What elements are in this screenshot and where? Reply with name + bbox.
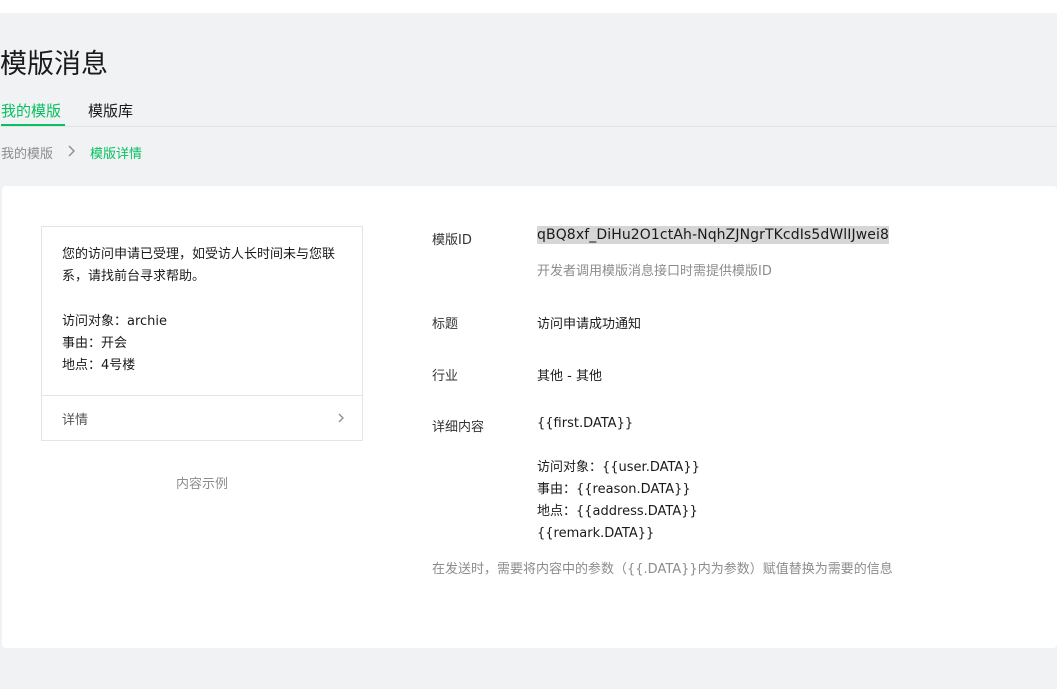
- breadcrumb-template-detail: 模版详情: [90, 147, 143, 162]
- industry-label: 行业: [432, 369, 459, 384]
- template-detail-card: 您的访问申请已受理，如受访人长时间未与您联系，请找前台寻求帮助。 访问对象：ar…: [2, 186, 1057, 648]
- industry-value: 其他 - 其他: [537, 369, 602, 384]
- content-label: 详细内容: [432, 420, 485, 435]
- top-bar: [0, 0, 1057, 13]
- preview-line-location: 地点：4号楼: [62, 358, 136, 373]
- preview-fields: 访问对象：archie 事由：开会 地点：4号楼: [62, 311, 350, 377]
- tab-template-library[interactable]: 模版库: [88, 100, 133, 121]
- content-line-address: 地点：{{address.DATA}}: [537, 504, 698, 519]
- message-preview: 您的访问申请已受理，如受访人长时间未与您联系，请找前台寻求帮助。 访问对象：ar…: [41, 226, 363, 441]
- active-tab-indicator: [1, 124, 65, 126]
- content-value: {{first.DATA}} 访问对象：{{user.DATA}} 事由：{{r…: [537, 413, 700, 545]
- parameter-note: 在发送时，需要将内容中的参数（{{.DATA}}内为参数）赋值替换为需要的信息: [432, 562, 893, 577]
- preview-detail-label: 详情: [62, 413, 89, 428]
- preview-line-visitee: 访问对象：archie: [62, 314, 168, 329]
- tab-bar: 我的模版 模版库: [0, 96, 1057, 127]
- preview-caption: 内容示例: [175, 477, 228, 492]
- content-first: {{first.DATA}}: [537, 416, 634, 431]
- content-line-reason: 事由：{{reason.DATA}}: [537, 482, 691, 497]
- content-line-user: 访问对象：{{user.DATA}}: [537, 460, 700, 475]
- template-id-label: 模版ID: [432, 233, 472, 248]
- preview-message: 您的访问申请已受理，如受访人长时间未与您联系，请找前台寻求帮助。: [62, 247, 336, 284]
- tab-my-templates[interactable]: 我的模版: [1, 100, 61, 121]
- preview-line-reason: 事由：开会: [62, 336, 128, 351]
- preview-detail-link[interactable]: 详情: [42, 395, 362, 441]
- template-id-hint: 开发者调用模版消息接口时需提供模版ID: [537, 264, 772, 279]
- page-title: 模版消息: [0, 49, 108, 80]
- content-line-remark: {{remark.DATA}}: [537, 526, 655, 541]
- chevron-right-icon: [338, 413, 344, 423]
- template-id-value[interactable]: qBQ8xf_DiHu2O1ctAh-NqhZJNgrTKcdIs5dWlIJw…: [537, 226, 889, 244]
- breadcrumb-my-templates[interactable]: 我的模版: [1, 143, 53, 162]
- title-value: 访问申请成功通知: [537, 317, 642, 332]
- chevron-right-icon: [68, 145, 75, 157]
- title-label: 标题: [432, 317, 459, 332]
